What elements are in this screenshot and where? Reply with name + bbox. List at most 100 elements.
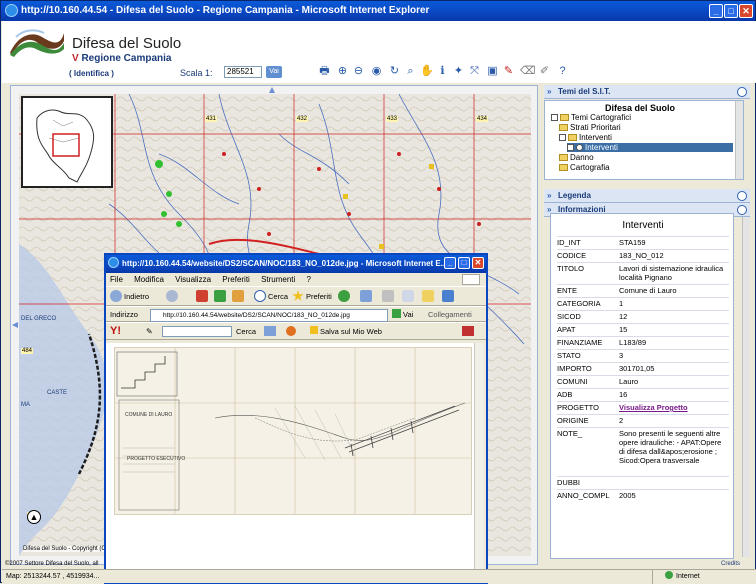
popup-close-button[interactable]: ✕ <box>472 257 484 269</box>
document-viewer: COMUNE DI LAURO PROGETTO ESECUTIVO <box>106 343 484 582</box>
panel-pin-icon[interactable] <box>737 191 747 201</box>
folder-icon <box>422 290 434 302</box>
info-scrollbar[interactable] <box>742 217 750 557</box>
yahoo-search-button[interactable]: Cerca <box>236 326 256 337</box>
credits-link[interactable]: Credits <box>721 561 740 567</box>
legenda-panel-header[interactable]: » Legenda <box>544 189 750 203</box>
info-table: Interventi ID_INT STA159 CODICE 183_NO_012 T… <box>550 213 734 559</box>
globe-icon[interactable]: ◉ <box>370 65 383 78</box>
edit-button[interactable] <box>402 290 416 304</box>
stop-button[interactable] <box>196 290 210 304</box>
scale-label: Scala 1: <box>180 68 213 78</box>
back-button[interactable]: Indietro <box>110 290 149 304</box>
info-row: DUBBI <box>557 476 729 489</box>
pan-hand-icon[interactable]: ✋ <box>420 65 434 78</box>
grid-label: 433 <box>386 116 399 122</box>
scale-input[interactable]: 285521 <box>224 66 262 78</box>
pencil-icon[interactable]: ✎ <box>502 65 515 78</box>
info-value: 15 <box>619 325 628 334</box>
back-arrow-icon <box>110 290 122 302</box>
pan-west-icon[interactable] <box>12 322 18 328</box>
tree-node[interactable]: Interventi <box>559 133 612 142</box>
zoom-out-icon[interactable]: ⊖ <box>352 65 365 78</box>
save-to-web-button[interactable]: Salva sul Mio Web <box>310 326 382 337</box>
help-icon[interactable]: ? <box>556 65 569 78</box>
info-title: Interventi <box>622 220 664 231</box>
address-input[interactable]: http://10.160.44.54/website/DS2/SCAN/NOC… <box>150 309 388 322</box>
view-project-link[interactable]: Visualizza Progetto <box>619 403 729 412</box>
info-key: TITOLO <box>557 264 584 273</box>
tree-node[interactable]: Temi Cartografici <box>551 113 631 122</box>
scale-go-button[interactable]: Vai <box>266 66 282 78</box>
close-button[interactable]: ✕ <box>739 4 753 18</box>
menu-modifica[interactable]: Modifica <box>134 275 164 284</box>
messenger-button[interactable] <box>422 290 436 304</box>
menu-preferiti[interactable]: Preferiti <box>222 275 250 284</box>
tools-icon <box>442 290 454 302</box>
tools-button[interactable] <box>442 290 456 304</box>
layer-tree: Difesa del Suolo Temi Cartografici Strat… <box>544 100 744 180</box>
overview-map[interactable] <box>21 96 113 188</box>
tree-node[interactable]: Danno <box>559 153 594 162</box>
refresh-icon[interactable]: ↻ <box>388 65 401 78</box>
popup-minimize-button[interactable]: _ <box>444 257 456 269</box>
shopping-icon[interactable] <box>286 326 296 336</box>
home-button[interactable] <box>232 290 246 304</box>
links-label[interactable]: Collegamenti <box>428 309 472 321</box>
tree-scrollbar[interactable] <box>735 101 743 179</box>
favorites-button[interactable]: Preferiti <box>292 290 332 304</box>
info-row: FINANZIAME L183/89 <box>557 336 729 349</box>
yahoo-logo-icon[interactable]: Y! <box>110 325 121 337</box>
pan-north-icon[interactable] <box>269 87 275 93</box>
menu-file[interactable]: File <box>110 275 123 284</box>
popup-scrollbar[interactable] <box>474 343 484 582</box>
menu-help[interactable]: ? <box>307 275 311 284</box>
yahoo-search-input[interactable] <box>162 326 232 337</box>
logo-subtitle: V Regione Campania <box>72 53 172 64</box>
pencil-icon[interactable]: ✎ <box>146 327 153 336</box>
panel-pin-icon[interactable] <box>737 87 747 97</box>
folder-icon <box>568 134 577 141</box>
eraser-icon[interactable]: ⌫ <box>520 65 536 78</box>
place-label: CASTE <box>47 390 68 396</box>
place-label: DEL GRECO <box>21 316 57 322</box>
select-tool-icon[interactable]: ✦ <box>452 65 465 78</box>
refresh-button[interactable] <box>214 290 228 304</box>
zoom-in-icon[interactable]: ⊕ <box>336 65 349 78</box>
yahoo-toolbar: Y! ✎ Cerca Salva sul Mio Web <box>106 322 486 340</box>
tree-node[interactable]: Cartografia <box>559 163 610 172</box>
info-key: SICOD <box>557 312 581 321</box>
history-button[interactable] <box>338 290 352 304</box>
options-icon[interactable] <box>462 326 474 336</box>
forward-button[interactable] <box>166 290 180 304</box>
menu-visualizza[interactable]: Visualizza <box>175 275 211 284</box>
print-button[interactable] <box>382 290 396 304</box>
refresh-icon <box>214 290 226 302</box>
info-tool-icon[interactable]: ℹ <box>436 65 449 78</box>
info-key: NOTE_ <box>557 429 583 438</box>
go-button[interactable]: Vai <box>392 309 413 321</box>
panel-pin-icon[interactable] <box>737 205 747 215</box>
folder-icon <box>560 114 569 121</box>
print-icon <box>382 290 394 302</box>
info-value: 3 <box>619 351 624 360</box>
info-key: COMUNI <box>557 377 588 386</box>
measure-icon[interactable]: ⤧ <box>468 65 481 78</box>
zoom-box-icon[interactable]: ⌕ <box>404 65 417 78</box>
info-row: NOTE_ Sono presenti le seguenti altre ope… <box>557 427 729 476</box>
temi-panel-header[interactable]: » Temi del S.I.T. <box>544 85 750 99</box>
mail-icon[interactable] <box>264 326 276 336</box>
print-icon[interactable]: 🖶 <box>318 65 331 78</box>
search-button[interactable]: Cerca <box>254 290 288 304</box>
info-row: ID_INT STA159 <box>557 236 729 249</box>
minimize-button[interactable]: _ <box>709 4 723 18</box>
tree-node-selected[interactable]: Interventi <box>567 143 733 152</box>
menu-strumenti[interactable]: Strumenti <box>261 275 295 284</box>
maximize-button[interactable]: □ <box>724 4 738 18</box>
popup-maximize-button[interactable]: □ <box>458 257 470 269</box>
pen-icon[interactable]: ✐ <box>538 65 551 78</box>
info-row: ORIGINE 2 <box>557 414 729 427</box>
tree-node[interactable]: Strati Prioritari <box>559 123 621 132</box>
legend-icon[interactable]: ▣ <box>486 65 499 78</box>
mail-button[interactable] <box>360 290 374 304</box>
